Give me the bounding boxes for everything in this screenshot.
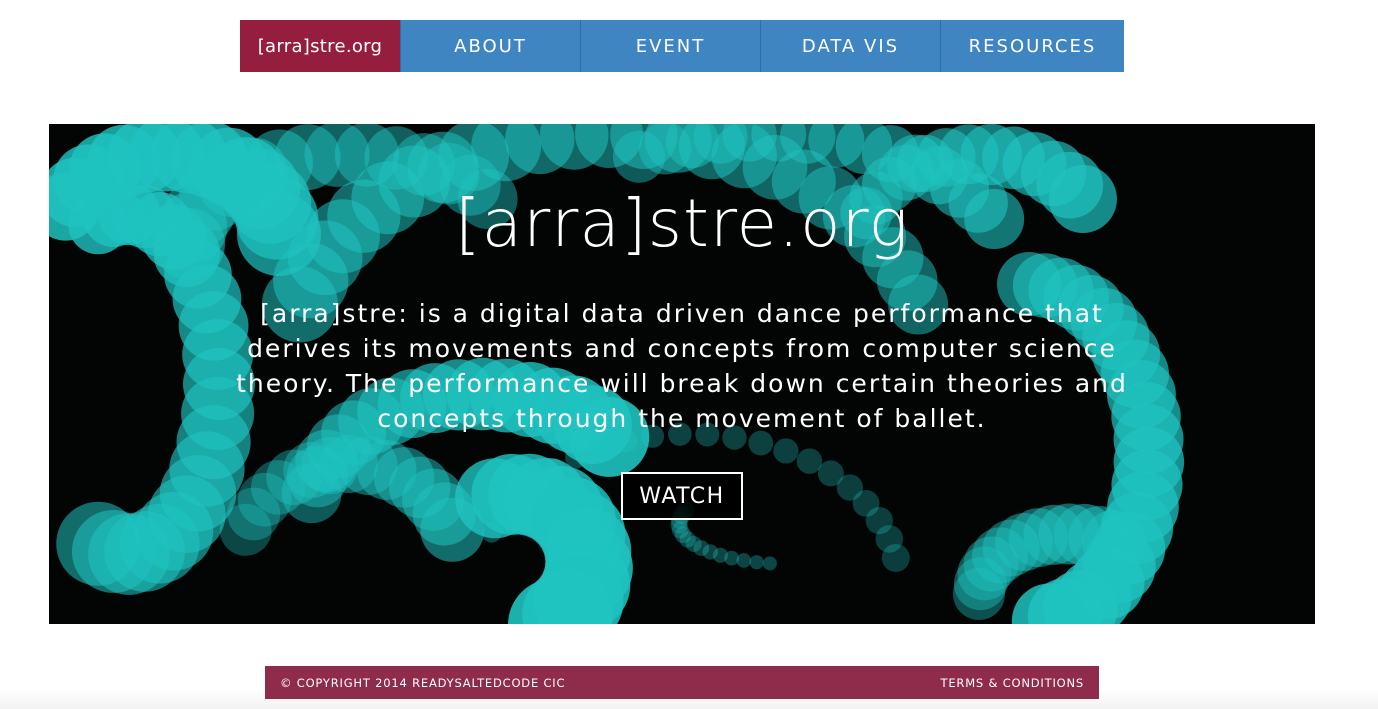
background-circle [589, 436, 612, 460]
nav-item-event[interactable]: EVENT [580, 20, 760, 72]
nav-item-label: DATA VIS [801, 35, 900, 57]
hero-description: [arra]stre: is a digital data driven dan… [236, 299, 1128, 433]
background-circle [749, 555, 764, 570]
background-circle [762, 556, 777, 571]
background-circle [881, 543, 910, 572]
background-circle [56, 501, 141, 586]
nav-item-about[interactable]: ABOUT [400, 20, 580, 72]
nav-logo-link[interactable]: [arra]stre.org [240, 20, 400, 72]
nav-item-data-vis[interactable]: DATA VIS [760, 20, 940, 72]
footer-bar: © COPYRIGHT 2014 READYSALTEDCODE CIC TER… [265, 666, 1099, 699]
nav-item-label: ABOUT [454, 35, 527, 57]
nav-item-resources[interactable]: RESOURCES [940, 20, 1124, 72]
watch-button[interactable]: WATCH [621, 472, 743, 520]
background-circle [1082, 510, 1146, 575]
nav-item-label: RESOURCES [968, 35, 1097, 57]
background-circle [773, 438, 799, 464]
nav-item-label: EVENT [635, 35, 706, 57]
watch-button-label: WATCH [639, 483, 725, 509]
terms-link[interactable]: TERMS & CONDITIONS [941, 676, 1084, 690]
nav-logo-text: [arra]stre.org [257, 35, 383, 57]
main-navigation: [arra]stre.org ABOUT EVENT DATA VIS RESO… [240, 20, 1124, 72]
hero-banner: [arra]stre.org [arra]stre: is a digital … [49, 124, 1315, 624]
hero-logo: [arra]stre.org [454, 185, 910, 262]
copyright-text: © COPYRIGHT 2014 READYSALTEDCODE CIC [280, 675, 566, 690]
